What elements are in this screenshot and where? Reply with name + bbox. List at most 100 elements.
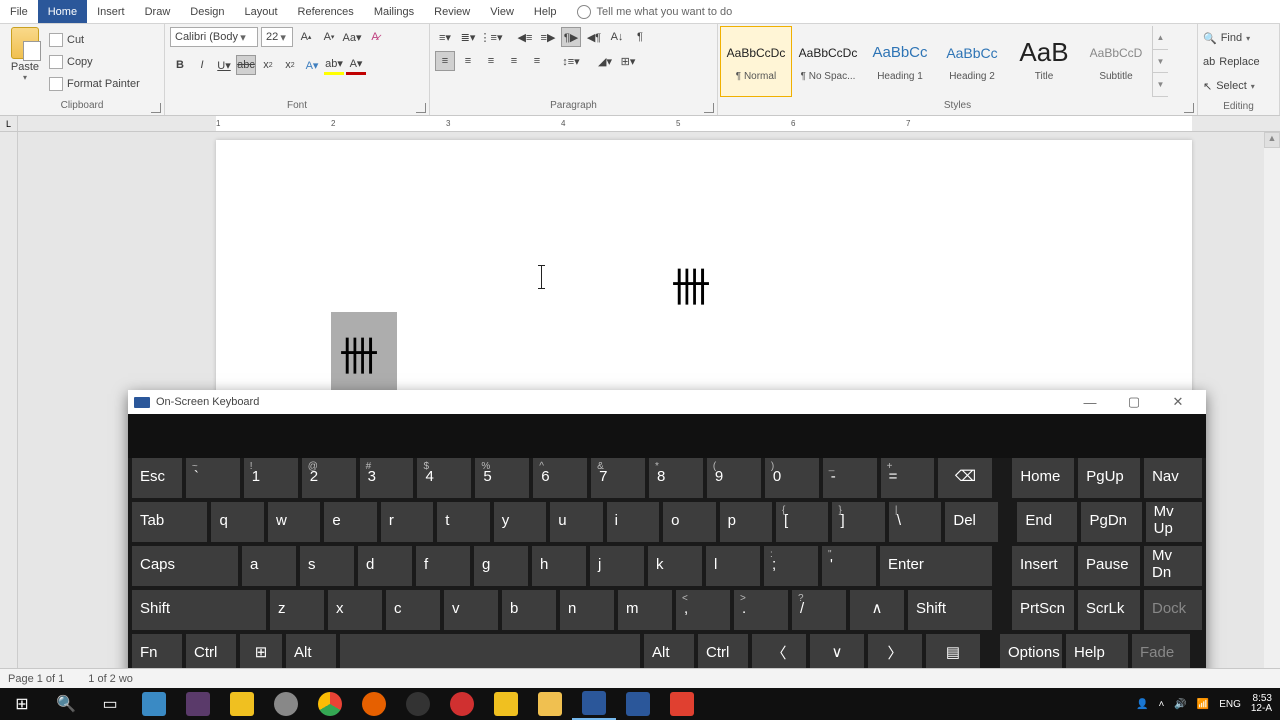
vertical-ruler[interactable]: [0, 132, 18, 688]
key-1[interactable]: !1: [244, 458, 298, 498]
font-color-button[interactable]: A▾: [346, 55, 366, 75]
taskbar-explorer[interactable]: [528, 688, 572, 720]
format-painter-button[interactable]: Format Painter: [49, 74, 140, 94]
key-Shift[interactable]: Shift: [132, 590, 266, 630]
tray-chevron-up-icon[interactable]: ˄: [1158, 699, 1164, 710]
font-size-select[interactable]: 22▾: [261, 27, 293, 47]
tray-language[interactable]: ENG: [1219, 699, 1241, 710]
tab-references[interactable]: References: [288, 0, 364, 23]
tab-home[interactable]: Home: [38, 0, 87, 23]
key-x[interactable]: x: [328, 590, 382, 630]
key-End[interactable]: End: [1017, 502, 1077, 542]
tab-design[interactable]: Design: [180, 0, 234, 23]
key-k[interactable]: k: [648, 546, 702, 586]
key-Del[interactable]: Del: [945, 502, 997, 542]
scroll-up[interactable]: ▲: [1264, 132, 1280, 148]
key-[interactable]: >.: [734, 590, 788, 630]
taskbar-app-13[interactable]: [660, 688, 704, 720]
increase-indent-button[interactable]: ≡▶: [538, 27, 558, 47]
key-[interactable]: _-: [823, 458, 877, 498]
key-p[interactable]: p: [720, 502, 772, 542]
line-spacing-button[interactable]: ↕≡▾: [561, 51, 581, 71]
taskbar-chrome[interactable]: [308, 688, 352, 720]
key-j[interactable]: j: [590, 546, 644, 586]
copy-button[interactable]: Copy: [49, 52, 140, 72]
replace-button[interactable]: abReplace: [1203, 51, 1274, 73]
change-case-button[interactable]: Aa▾: [342, 27, 362, 47]
borders-button[interactable]: ⊞▾: [618, 51, 638, 71]
taskbar-app-7[interactable]: [396, 688, 440, 720]
key-PrtScn[interactable]: PrtScn: [1012, 590, 1074, 630]
osk-titlebar[interactable]: On-Screen Keyboard — ▢ ✕: [128, 390, 1206, 414]
key-[interactable]: :;: [764, 546, 818, 586]
shrink-font-button[interactable]: A▾: [319, 27, 339, 47]
key-y[interactable]: y: [494, 502, 546, 542]
key-i[interactable]: i: [607, 502, 659, 542]
key-Tab[interactable]: Tab: [132, 502, 207, 542]
key-r[interactable]: r: [381, 502, 433, 542]
tab-layout[interactable]: Layout: [235, 0, 288, 23]
key-[interactable]: <,: [676, 590, 730, 630]
bullets-button[interactable]: ≡▾: [435, 27, 455, 47]
key-[interactable]: ⌫: [938, 458, 992, 498]
select-button[interactable]: ↖Select▾: [1203, 75, 1274, 97]
key-e[interactable]: e: [324, 502, 376, 542]
task-view-button[interactable]: ▭: [88, 688, 132, 720]
system-tray[interactable]: 👤 ˄ 🔊 📶 ENG 8:5312-A: [1136, 694, 1280, 714]
key-b[interactable]: b: [502, 590, 556, 630]
vertical-scrollbar[interactable]: ▲: [1264, 132, 1280, 688]
paste-button[interactable]: Paste ▾: [5, 27, 45, 96]
horizontal-ruler[interactable]: 1234567: [18, 116, 1280, 131]
key-Pause[interactable]: Pause: [1078, 546, 1140, 586]
tab-review[interactable]: Review: [424, 0, 480, 23]
clear-formatting-button[interactable]: A̷: [365, 27, 385, 47]
key-Enter[interactable]: Enter: [880, 546, 992, 586]
key-MvDn[interactable]: Mv Dn: [1144, 546, 1202, 586]
styles-launcher[interactable]: [1184, 103, 1194, 113]
key-3[interactable]: #3: [360, 458, 414, 498]
taskbar-word[interactable]: [572, 688, 616, 720]
start-button[interactable]: ⊞: [0, 688, 44, 720]
key-9[interactable]: (9: [707, 458, 761, 498]
key-c[interactable]: c: [386, 590, 440, 630]
key-5[interactable]: %5: [475, 458, 529, 498]
text-effects-button[interactable]: A▾: [302, 55, 322, 75]
style--normal[interactable]: AaBbCcDc¶ Normal: [720, 26, 792, 97]
sort-button[interactable]: A↓: [607, 27, 627, 47]
numbering-button[interactable]: ≣▾: [458, 27, 478, 47]
key-n[interactable]: n: [560, 590, 614, 630]
tray-network-icon[interactable]: 📶: [1197, 699, 1209, 710]
find-button[interactable]: 🔍Find▾: [1203, 27, 1274, 49]
key-PgUp[interactable]: PgUp: [1078, 458, 1140, 498]
key-o[interactable]: o: [663, 502, 715, 542]
underline-button[interactable]: U▾: [214, 55, 234, 75]
tab-help[interactable]: Help: [524, 0, 567, 23]
page-count[interactable]: Page 1 of 1: [8, 673, 64, 685]
key-0[interactable]: )0: [765, 458, 819, 498]
grow-font-button[interactable]: A▴: [296, 27, 316, 47]
key-u[interactable]: u: [550, 502, 602, 542]
key-[interactable]: ∧: [850, 590, 904, 630]
tell-me-search[interactable]: Tell me what you want to do: [577, 5, 733, 19]
taskbar-app-4[interactable]: [264, 688, 308, 720]
key-w[interactable]: w: [268, 502, 320, 542]
key-[interactable]: ~`: [186, 458, 240, 498]
italic-button[interactable]: I: [192, 55, 212, 75]
taskbar-app-1[interactable]: [132, 688, 176, 720]
key-MvUp[interactable]: Mv Up: [1146, 502, 1202, 542]
font-launcher[interactable]: [416, 103, 426, 113]
key-[interactable]: ?/: [792, 590, 846, 630]
key-ScrLk[interactable]: ScrLk: [1078, 590, 1140, 630]
subscript-button[interactable]: x2: [258, 55, 278, 75]
taskbar-app-3[interactable]: [220, 688, 264, 720]
tab-file[interactable]: File: [0, 0, 38, 23]
tab-insert[interactable]: Insert: [87, 0, 135, 23]
key-PgDn[interactable]: PgDn: [1081, 502, 1141, 542]
paragraph-launcher[interactable]: [704, 103, 714, 113]
superscript-button[interactable]: x2: [280, 55, 300, 75]
tab-mailings[interactable]: Mailings: [364, 0, 424, 23]
styles-down[interactable]: ▼: [1153, 50, 1168, 74]
word-count[interactable]: 1 of 2 wo: [88, 673, 133, 685]
key-q[interactable]: q: [211, 502, 263, 542]
key-Dock[interactable]: Dock: [1144, 590, 1202, 630]
